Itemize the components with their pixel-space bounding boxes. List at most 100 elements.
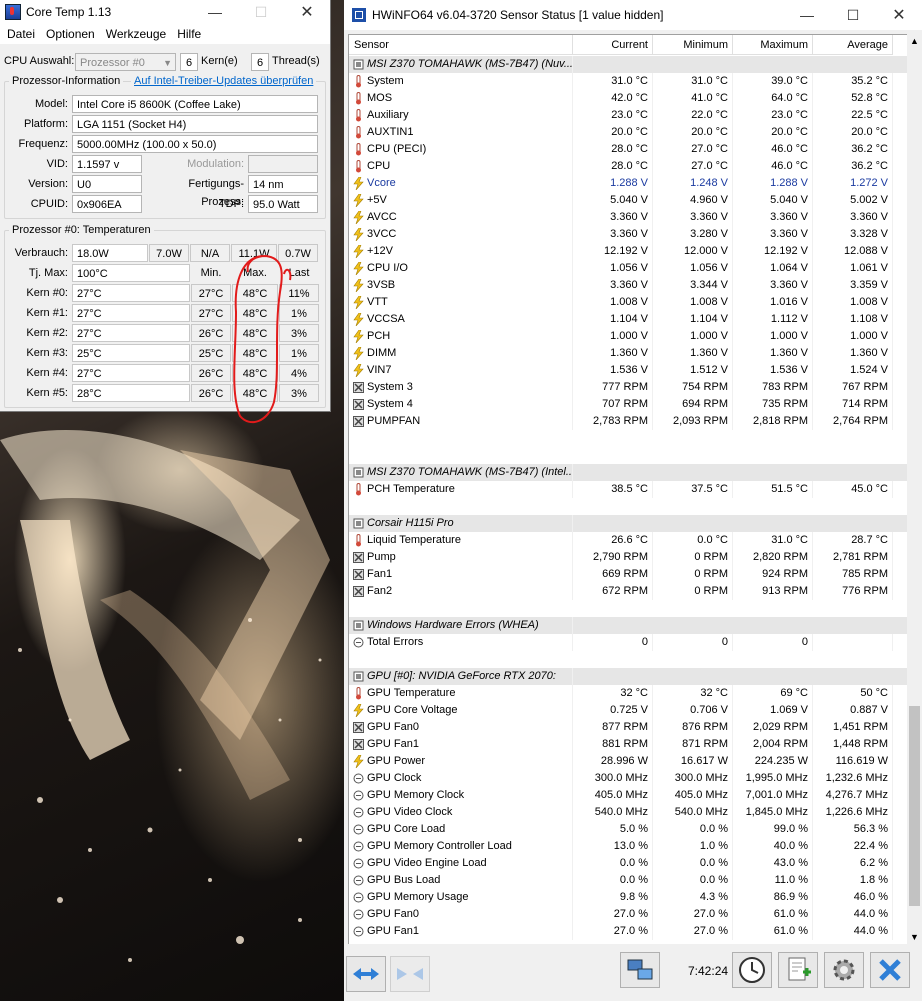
- sensor-row[interactable]: GPU Clock 300.0 MHz 300.0 MHz 1,995.0 MHz 1,…: [349, 770, 908, 787]
- sensor-row[interactable]: GPU Temperature 32 °C 32 °C 69 °C 50 °C: [349, 685, 908, 702]
- vertical-scrollbar[interactable]: ▲ ▼: [907, 34, 922, 944]
- current-value: 1.104 V: [573, 311, 653, 328]
- coretemp-titlebar[interactable]: Core Temp 1.13 — ☐ ✕: [0, 0, 330, 24]
- scroll-up-icon[interactable]: ▲: [910, 36, 919, 46]
- scrollbar-thumb[interactable]: [909, 706, 920, 906]
- sensor-name: VIN7: [349, 362, 573, 379]
- sensor-group-row[interactable]: MSI Z370 TOMAHAWK (MS-7B47) (Intel...: [349, 464, 908, 481]
- minimum-value: 2,093 RPM: [653, 413, 733, 430]
- sensor-row[interactable]: 3VSB 3.360 V 3.344 V 3.360 V 3.359 V: [349, 277, 908, 294]
- minimum-value: 3.344 V: [653, 277, 733, 294]
- hwinfo-titlebar[interactable]: HWiNFO64 v6.04-3720 Sensor Status [1 val…: [344, 0, 922, 30]
- sensor-row[interactable]: Vcore 1.288 V 1.248 V 1.288 V 1.272 V: [349, 175, 908, 192]
- current-value: 32 °C: [573, 685, 653, 702]
- sensor-row[interactable]: PCH Temperature 38.5 °C 37.5 °C 51.5 °C 45.0…: [349, 481, 908, 498]
- maximum-value: 11.0 %: [733, 872, 813, 889]
- column-header-average[interactable]: Average: [813, 35, 893, 55]
- sensor-row[interactable]: CPU (PECI) 28.0 °C 27.0 °C 46.0 °C 36.2 °C: [349, 141, 908, 158]
- minimize-icon[interactable]: —: [192, 0, 238, 24]
- cpu-select-dropdown[interactable]: Prozessor #0 ▼: [75, 53, 176, 71]
- maximize-icon[interactable]: ☐: [830, 3, 876, 27]
- sensor-row[interactable]: GPU Memory Controller Load 13.0 % 1.0 % 40.…: [349, 838, 908, 855]
- red-annotation-circle: [233, 254, 292, 424]
- settings-button[interactable]: [824, 952, 864, 988]
- sensor-row[interactable]: Total Errors 0 0 0: [349, 634, 908, 651]
- sensor-row[interactable]: GPU Fan1 27.0 % 27.0 % 61.0 % 44.0 %: [349, 923, 908, 940]
- sensor-row[interactable]: Liquid Temperature 26.6 °C 0.0 °C 31.0 °C 28…: [349, 532, 908, 549]
- sensor-name: System 3: [349, 379, 573, 396]
- sensor-row[interactable]: AUXTIN1 20.0 °C 20.0 °C 20.0 °C 20.0 °C: [349, 124, 908, 141]
- sensor-row[interactable]: System 3 777 RPM 754 RPM 783 RPM 767 RPM: [349, 379, 908, 396]
- navigate-collapse-button[interactable]: [390, 956, 430, 992]
- average-value: 5.002 V: [813, 192, 893, 209]
- sensor-name: MSI Z370 TOMAHAWK (MS-7B47) (Nuv...: [349, 56, 573, 73]
- sensor-row[interactable]: MOS 42.0 °C 41.0 °C 64.0 °C 52.8 °C: [349, 90, 908, 107]
- sensor-row[interactable]: VTT 1.008 V 1.008 V 1.016 V 1.008 V: [349, 294, 908, 311]
- maximum-value: 23.0 °C: [733, 107, 813, 124]
- sensor-row[interactable]: GPU Fan0 27.0 % 27.0 % 61.0 % 44.0 %: [349, 906, 908, 923]
- sensor-row[interactable]: VCCSA 1.104 V 1.104 V 1.112 V 1.108 V: [349, 311, 908, 328]
- sensor-row[interactable]: CPU 28.0 °C 27.0 °C 46.0 °C 36.2 °C: [349, 158, 908, 175]
- modulation-label: Modulation:: [187, 158, 244, 170]
- network-button[interactable]: [620, 952, 660, 988]
- sensor-table[interactable]: Sensor Current Minimum Maximum Average M…: [348, 34, 909, 946]
- column-header-sensor[interactable]: Sensor: [349, 35, 573, 55]
- sensor-row[interactable]: DIMM 1.360 V 1.360 V 1.360 V 1.360 V: [349, 345, 908, 362]
- sensor-row[interactable]: GPU Video Engine Load 0.0 % 0.0 % 43.0 % 6.2…: [349, 855, 908, 872]
- average-value: 0.887 V: [813, 702, 893, 719]
- menu-datei[interactable]: Datei: [7, 27, 35, 41]
- close-icon[interactable]: ✕: [284, 0, 330, 24]
- sensor-row[interactable]: GPU Bus Load 0.0 % 0.0 % 11.0 % 1.8 %: [349, 872, 908, 889]
- sensor-row[interactable]: VIN7 1.536 V 1.512 V 1.536 V 1.524 V: [349, 362, 908, 379]
- sensor-group-row[interactable]: Windows Hardware Errors (WHEA): [349, 617, 908, 634]
- sensor-name: PCH: [349, 328, 573, 345]
- elapsed-time: 7:42:24: [688, 964, 729, 978]
- close-icon[interactable]: ✕: [876, 3, 922, 27]
- coretemp-menubar: Datei Optionen Werkzeuge Hilfe: [0, 24, 330, 44]
- sensor-group-row[interactable]: MSI Z370 TOMAHAWK (MS-7B47) (Nuv...: [349, 56, 908, 73]
- sensor-row[interactable]: Fan1 669 RPM 0 RPM 924 RPM 785 RPM: [349, 566, 908, 583]
- sensor-row[interactable]: GPU Fan0 877 RPM 876 RPM 2,029 RPM 1,451 RPM: [349, 719, 908, 736]
- sensor-row[interactable]: PUMPFAN 2,783 RPM 2,093 RPM 2,818 RPM 2,764 …: [349, 413, 908, 430]
- sensor-group-row[interactable]: GPU [#0]: NVIDIA GeForce RTX 2070:: [349, 668, 908, 685]
- maximize-icon[interactable]: ☐: [238, 0, 284, 24]
- sensor-row[interactable]: GPU Memory Clock 405.0 MHz 405.0 MHz 7,001.…: [349, 787, 908, 804]
- sensor-row[interactable]: GPU Memory Usage 9.8 % 4.3 % 86.9 % 46.0 %: [349, 889, 908, 906]
- sensor-row[interactable]: GPU Core Load 5.0 % 0.0 % 99.0 % 56.3 %: [349, 821, 908, 838]
- menu-optionen[interactable]: Optionen: [46, 27, 95, 41]
- menu-werkzeuge[interactable]: Werkzeuge: [106, 27, 166, 41]
- sensor-row[interactable]: Pump 2,790 RPM 0 RPM 2,820 RPM 2,781 RPM: [349, 549, 908, 566]
- close-hwinfo-button[interactable]: [870, 952, 910, 988]
- sensor-row[interactable]: GPU Core Voltage 0.725 V 0.706 V 1.069 V 0.8…: [349, 702, 908, 719]
- sensor-row[interactable]: GPU Video Clock 540.0 MHz 540.0 MHz 1,845.0…: [349, 804, 908, 821]
- sensor-name: AVCC: [349, 209, 573, 226]
- minimize-icon[interactable]: —: [784, 3, 830, 27]
- sensor-row[interactable]: Auxiliary 23.0 °C 22.0 °C 23.0 °C 22.5 °C: [349, 107, 908, 124]
- column-header-minimum[interactable]: Minimum: [653, 35, 733, 55]
- sensor-row[interactable]: +5V 5.040 V 4.960 V 5.040 V 5.002 V: [349, 192, 908, 209]
- sensor-row[interactable]: +12V 12.192 V 12.000 V 12.192 V 12.088 V: [349, 243, 908, 260]
- sensor-group-row[interactable]: Corsair H115i Pro: [349, 515, 908, 532]
- sensor-row[interactable]: AVCC 3.360 V 3.360 V 3.360 V 3.360 V: [349, 209, 908, 226]
- sensor-row[interactable]: GPU Fan1 881 RPM 871 RPM 2,004 RPM 1,448 RPM: [349, 736, 908, 753]
- sensor-row[interactable]: PCH 1.000 V 1.000 V 1.000 V 1.000 V: [349, 328, 908, 345]
- cpuid-label: CPUID:: [30, 198, 68, 210]
- column-header-current[interactable]: Current: [573, 35, 653, 55]
- sensor-row[interactable]: CPU I/O 1.056 V 1.056 V 1.064 V 1.061 V: [349, 260, 908, 277]
- sensor-name: GPU Video Engine Load: [349, 855, 573, 872]
- scroll-down-icon[interactable]: ▼: [910, 932, 919, 942]
- sensor-row[interactable]: Fan2 672 RPM 0 RPM 913 RPM 776 RPM: [349, 583, 908, 600]
- navigate-left-right-button[interactable]: [346, 956, 386, 992]
- column-header-maximum[interactable]: Maximum: [733, 35, 813, 55]
- current-value: 26.6 °C: [573, 532, 653, 549]
- sensor-row[interactable]: GPU Power 28.996 W 16.617 W 224.235 W 116.61…: [349, 753, 908, 770]
- menu-hilfe[interactable]: Hilfe: [177, 27, 201, 41]
- sensor-row[interactable]: System 31.0 °C 31.0 °C 39.0 °C 35.2 °C: [349, 73, 908, 90]
- minimum-value: 1.104 V: [653, 311, 733, 328]
- add-log-button[interactable]: [778, 952, 818, 988]
- driver-update-link[interactable]: Auf Intel-Treiber-Updates überprüfen: [131, 75, 317, 87]
- core-label: Kern #3:: [26, 347, 68, 359]
- clock-button[interactable]: [732, 952, 772, 988]
- sensor-row[interactable]: 3VCC 3.360 V 3.280 V 3.360 V 3.328 V: [349, 226, 908, 243]
- sensor-row[interactable]: System 4 707 RPM 694 RPM 735 RPM 714 RPM: [349, 396, 908, 413]
